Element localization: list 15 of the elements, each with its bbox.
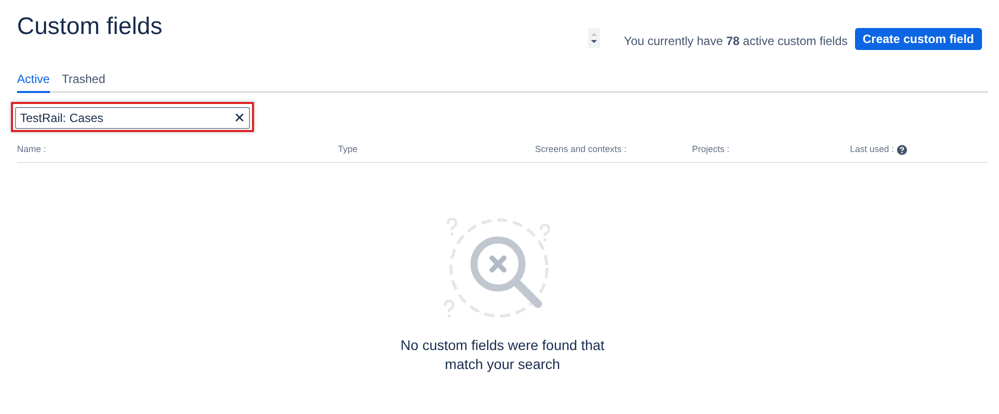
tab[interactable]: Trashed [62,70,106,93]
column-header: Name : [17,143,46,156]
sort-icon[interactable] [588,28,600,48]
column-header: Projects : [692,143,730,156]
help-icon[interactable] [897,144,908,155]
empty-state-message: No custom fields were found that match your search [400,336,606,374]
search-field[interactable]: TestRail: Cases [15,107,250,129]
clear-icon[interactable] [235,113,244,122]
column-header: Last used : [850,143,894,156]
page-title: Custom fields [17,12,162,42]
column-header: Screens and contexts : [535,143,627,156]
tab[interactable]: Active [17,70,50,93]
column-header: Type [338,143,358,156]
create-custom-field-button[interactable]: Create custom field [854,28,982,50]
custom-field-count: You currently have 78 active custom fields [624,33,848,50]
